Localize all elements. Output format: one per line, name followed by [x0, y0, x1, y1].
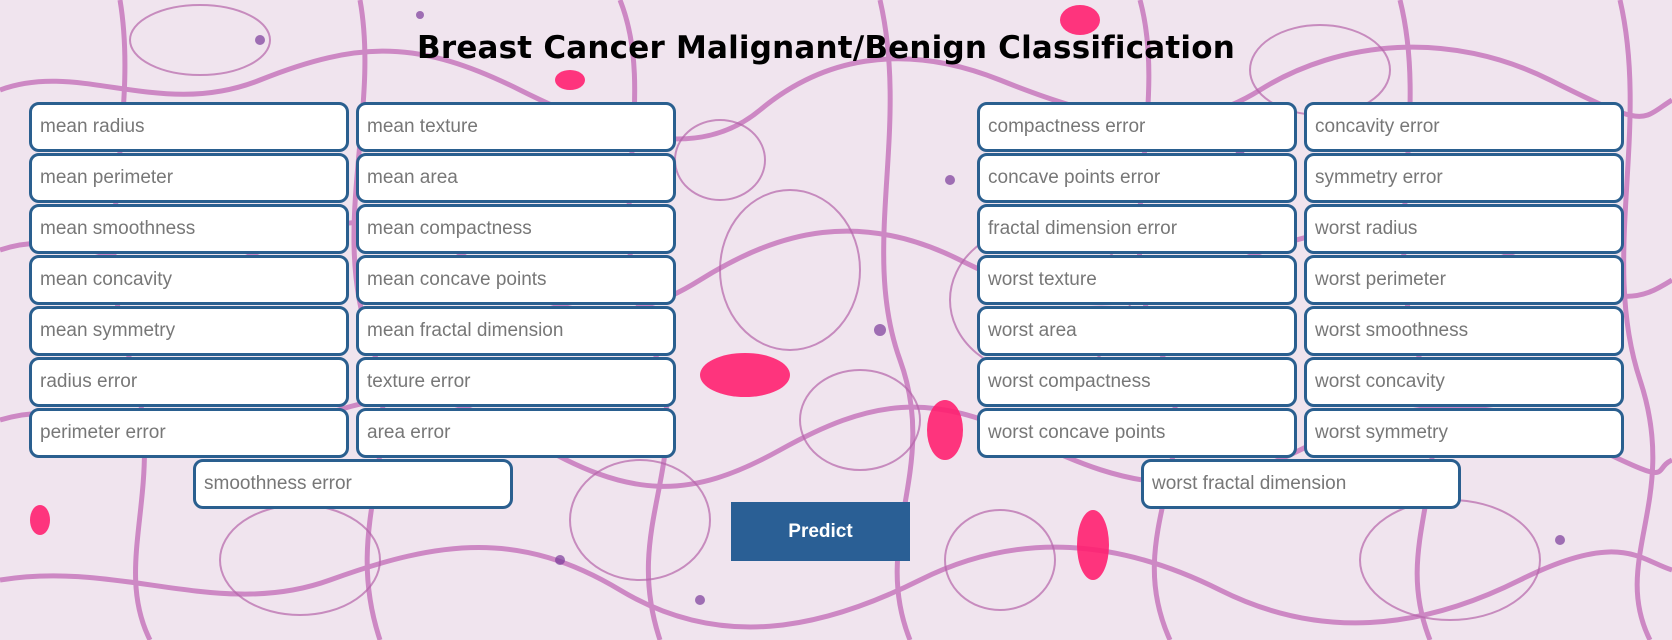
- area-error-input[interactable]: [356, 408, 676, 458]
- worst-symmetry-input[interactable]: [1304, 408, 1624, 458]
- mean-area-input[interactable]: [356, 153, 676, 203]
- mean-concavity-input[interactable]: [29, 255, 349, 305]
- fractal-dimension-error-input[interactable]: [977, 204, 1297, 254]
- mean-perimeter-input[interactable]: [29, 153, 349, 203]
- perimeter-error-input[interactable]: [29, 408, 349, 458]
- worst-concavity-input[interactable]: [1304, 357, 1624, 407]
- concavity-error-input[interactable]: [1304, 102, 1624, 152]
- radius-error-input[interactable]: [29, 357, 349, 407]
- concave-points-error-input[interactable]: [977, 153, 1297, 203]
- mean-concave-points-input[interactable]: [356, 255, 676, 305]
- mean-radius-input[interactable]: [29, 102, 349, 152]
- page-title: Breast Cancer Malignant/Benign Classific…: [417, 30, 1235, 66]
- worst-perimeter-input[interactable]: [1304, 255, 1624, 305]
- worst-texture-input[interactable]: [977, 255, 1297, 305]
- predict-button[interactable]: Predict: [731, 502, 910, 561]
- worst-concave-points-input[interactable]: [977, 408, 1297, 458]
- compactness-error-input[interactable]: [977, 102, 1297, 152]
- worst-compactness-input[interactable]: [977, 357, 1297, 407]
- worst-radius-input[interactable]: [1304, 204, 1624, 254]
- texture-error-input[interactable]: [356, 357, 676, 407]
- symmetry-error-input[interactable]: [1304, 153, 1624, 203]
- mean-fractal-dimension-input[interactable]: [356, 306, 676, 356]
- mean-symmetry-input[interactable]: [29, 306, 349, 356]
- worst-area-input[interactable]: [977, 306, 1297, 356]
- worst-smoothness-input[interactable]: [1304, 306, 1624, 356]
- mean-smoothness-input[interactable]: [29, 204, 349, 254]
- mean-texture-input[interactable]: [356, 102, 676, 152]
- worst-fractal-dimension-input[interactable]: [1141, 459, 1461, 509]
- mean-compactness-input[interactable]: [356, 204, 676, 254]
- smoothness-error-input[interactable]: [193, 459, 513, 509]
